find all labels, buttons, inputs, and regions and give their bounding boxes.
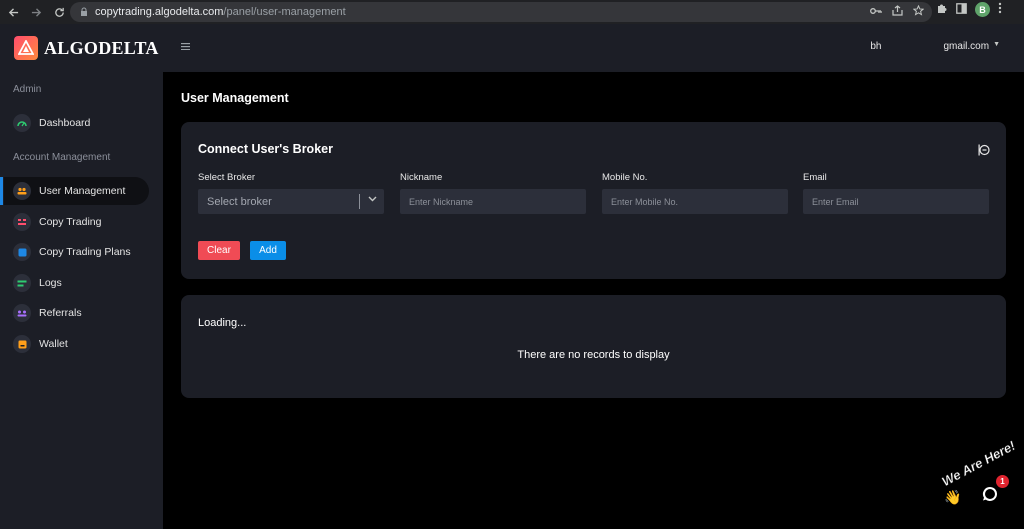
sidebar-item-label: Dashboard [39,117,91,129]
mobile-input[interactable] [602,189,788,214]
sidebar-item-label: Logs [39,277,62,289]
share-icon[interactable] [892,5,903,19]
bookmark-star-icon[interactable] [912,4,925,19]
nickname-label: Nickname [400,172,443,183]
nickname-input[interactable] [400,189,586,214]
clear-button[interactable]: Clear [198,241,240,260]
address-bar[interactable]: copytrading.algodelta.com/panel/user-man… [70,2,932,22]
brand[interactable]: ALGODELTA [14,36,159,60]
section-label-account-management: Account Management [13,152,111,163]
card-title: Connect User's Broker [198,142,333,156]
select-broker-placeholder: Select broker [207,195,272,208]
url-host: copytrading.algodelta.com [95,6,224,18]
sidebar: ALGODELTA Admin Dashboard Account Manage… [0,24,163,529]
gauge-icon [13,114,31,132]
sidebar-item-label: Wallet [39,338,68,350]
url-path: /panel/user-management [223,6,346,18]
key-icon[interactable] [870,6,882,18]
empty-state-text: There are no records to display [517,349,670,361]
brand-name: ALGODELTA [44,37,159,58]
extensions-puzzle-icon[interactable] [936,2,948,17]
section-label-admin: Admin [13,84,42,95]
browser-menu-icon[interactable] [998,2,1002,17]
sidebar-item-wallet[interactable]: Wallet [4,330,149,358]
sidebar-item-dashboard[interactable]: Dashboard [4,109,149,137]
profile-avatar[interactable]: B [975,2,990,17]
add-button[interactable]: Add [250,241,286,260]
connect-broker-card: Connect User's Broker Select Broker Sele… [181,122,1006,279]
back-arrow-icon[interactable] [3,2,23,22]
sidebar-item-label: User Management [39,185,126,197]
plans-icon [13,243,31,261]
chat-unread-badge: 1 [996,475,1009,488]
hamburger-menu-icon[interactable] [181,41,190,53]
algodelta-logo-icon [14,36,38,60]
browser-toolbar: copytrading.algodelta.com/panel/user-man… [0,0,1024,24]
sidebar-item-label: Copy Trading [39,216,102,228]
topbar: bh gmail.com ▼ [163,24,1024,72]
sidebar-item-referrals[interactable]: Referrals [4,299,149,327]
mobile-label: Mobile No. [602,172,648,183]
sidebar-item-user-management[interactable]: User Management [0,177,149,205]
forward-arrow-icon[interactable] [26,2,46,22]
loading-text: Loading... [198,317,247,329]
chevron-down-icon [368,194,377,204]
email-label: Email [803,172,827,183]
sidebar-item-logs[interactable]: Logs [4,269,149,297]
sidebar-item-copy-trading-plans[interactable]: Copy Trading Plans [4,238,149,266]
chat-bubble-icon [982,486,997,501]
waving-hand-icon: 👋 [944,489,962,505]
collapse-toggle-icon[interactable] [978,143,990,156]
side-panel-icon[interactable] [956,2,967,17]
select-broker-dropdown[interactable]: Select broker [198,189,384,214]
wallet-icon [13,335,31,353]
users-icon [13,182,31,200]
records-card: Loading... There are no records to displ… [181,295,1006,398]
sidebar-item-label: Referrals [39,307,82,319]
sidebar-item-label: Copy Trading Plans [39,246,131,258]
logs-icon [13,274,31,292]
sidebar-item-copy-trading[interactable]: Copy Trading [4,208,149,236]
user-account-menu[interactable]: bh gmail.com ▼ [870,41,1000,53]
user-email-prefix: bh [870,41,882,52]
lock-icon [80,7,88,18]
select-broker-label: Select Broker [198,172,256,183]
copy-trading-icon [13,213,31,231]
reload-icon[interactable] [49,2,69,22]
user-email-suffix: gmail.com [943,41,990,52]
referrals-icon [13,304,31,322]
caret-down-icon: ▼ [993,41,1000,48]
email-input[interactable] [803,189,989,214]
page-title: User Management [181,91,289,105]
